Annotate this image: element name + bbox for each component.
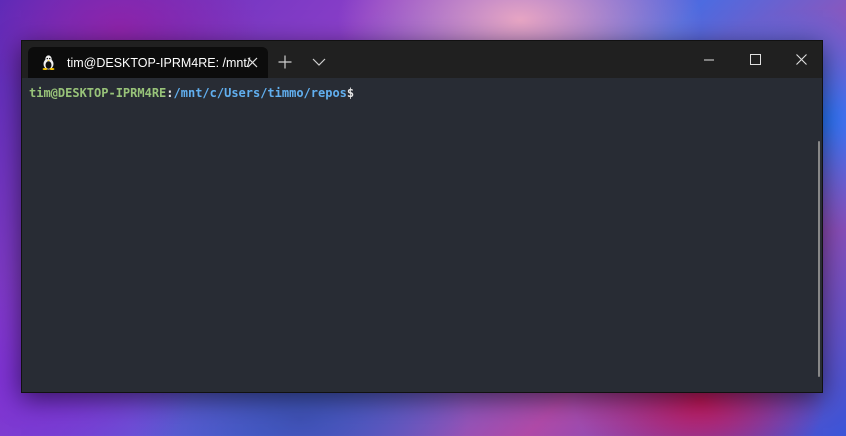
window-close-icon (795, 54, 807, 65)
window-close-button[interactable] (778, 41, 824, 78)
maximize-icon (749, 54, 761, 65)
chevron-down-icon (312, 58, 326, 66)
maximize-button[interactable] (732, 41, 778, 78)
prompt-user-host: tim@DESKTOP-IPRM4RE (29, 86, 167, 100)
tab-active[interactable]: tim@DESKTOP-IPRM4RE: /mnt/ (28, 47, 268, 78)
close-icon[interactable] (244, 54, 260, 70)
scrollbar[interactable] (818, 141, 820, 377)
tab-dropdown-button[interactable] (308, 51, 330, 73)
new-tab-button[interactable] (274, 51, 296, 73)
prompt-dollar: $ (346, 86, 355, 100)
terminal-content[interactable]: tim@DESKTOP-IPRM4RE:/mnt/c/Users/timmo/r… (22, 78, 822, 392)
tab-title: tim@DESKTOP-IPRM4RE: /mnt/ (67, 55, 251, 70)
prompt-line: tim@DESKTOP-IPRM4RE:/mnt/c/Users/timmo/r… (29, 86, 822, 100)
linux-penguin-icon (41, 55, 55, 71)
prompt-path: /mnt/c/Users/timmo/repos (173, 86, 347, 100)
prompt-separator: : (166, 86, 174, 100)
title-bar: tim@DESKTOP-IPRM4RE: /mnt/ (22, 41, 822, 78)
plus-icon (278, 55, 292, 69)
minimize-icon (704, 59, 714, 60)
terminal-window: tim@DESKTOP-IPRM4RE: /mnt/ tim@DESKTOP-I… (21, 40, 823, 393)
minimize-button[interactable] (686, 41, 732, 78)
